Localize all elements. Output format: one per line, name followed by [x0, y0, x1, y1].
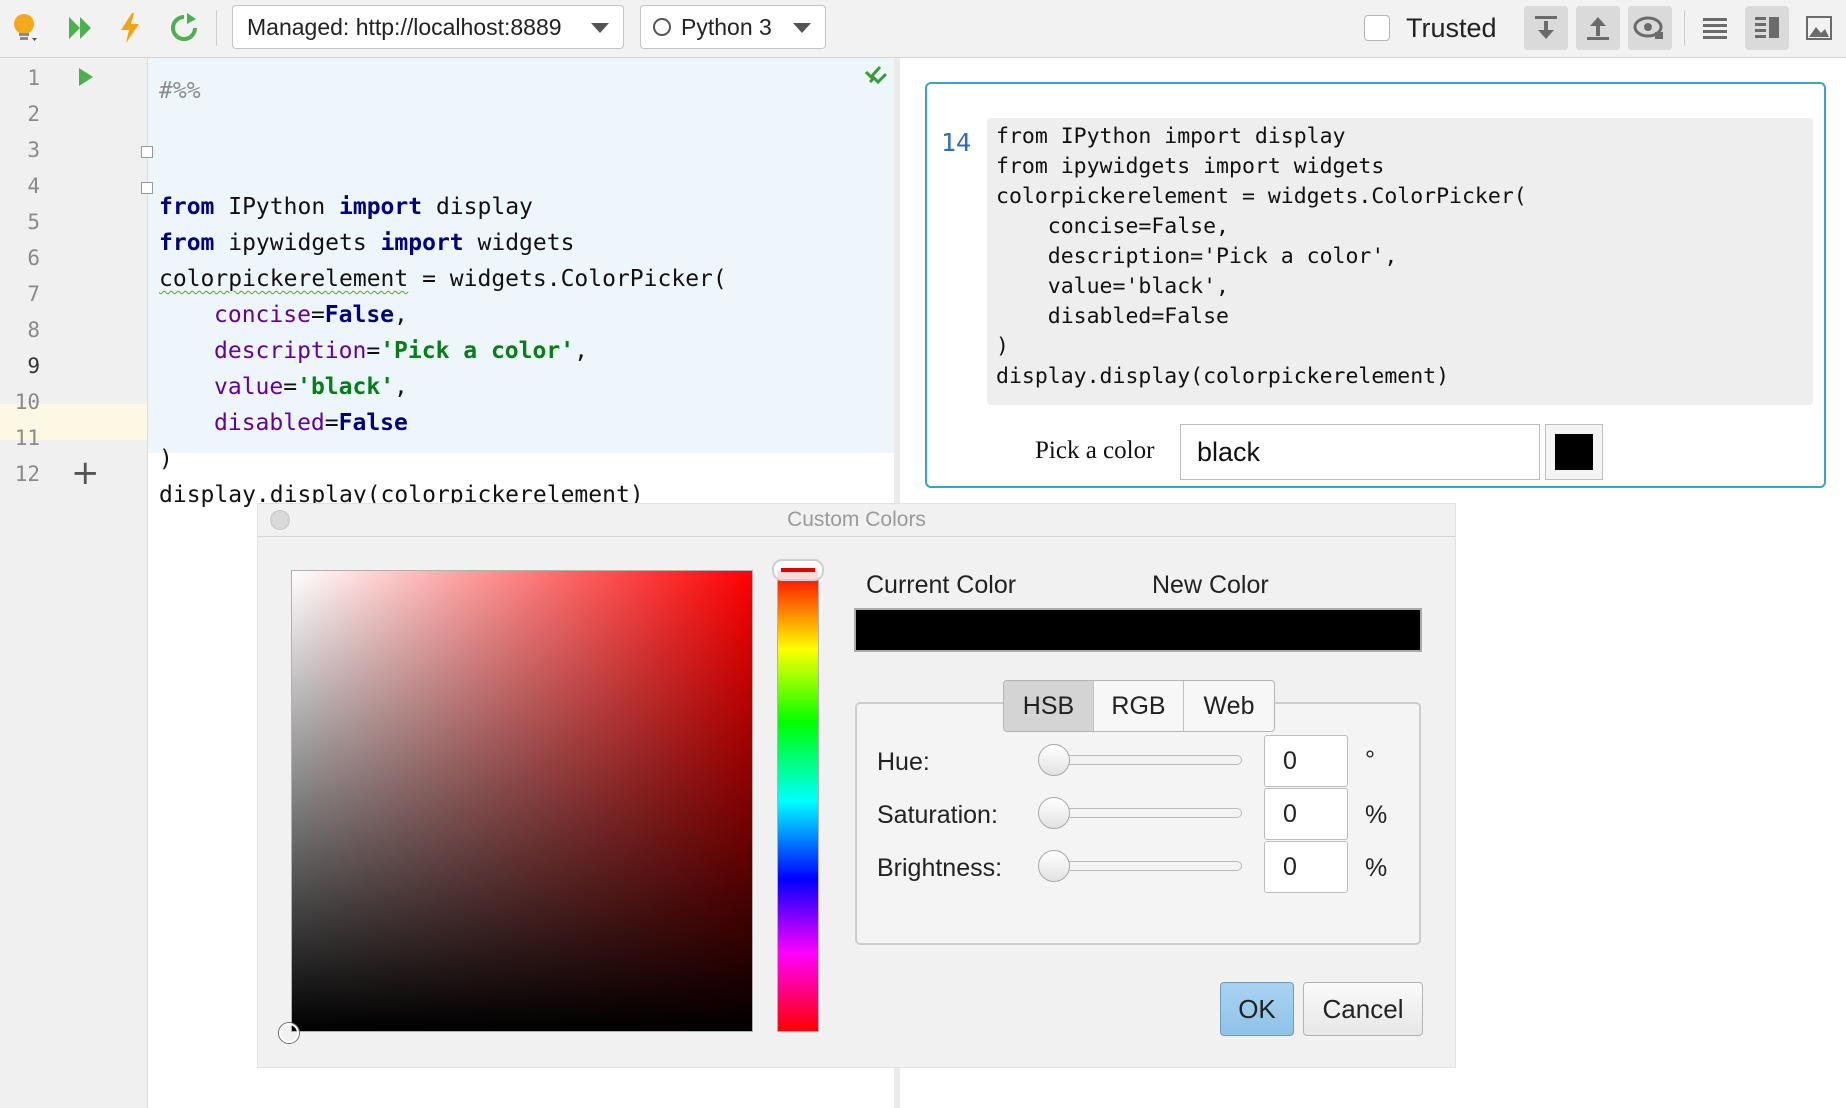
output-code-line: from ipywidgets import widgets [996, 154, 1385, 179]
code-line: value='black', [214, 374, 408, 400]
line-number: 11 [14, 426, 40, 450]
split-view-icon[interactable] [1745, 6, 1789, 50]
chevron-down-icon [591, 23, 609, 33]
line-number: 5 [27, 210, 40, 234]
execution-count: 14 [941, 128, 972, 157]
upload-icon[interactable] [1576, 6, 1620, 50]
line-number: 3 [27, 138, 40, 162]
hue-label: Hue: [877, 748, 930, 776]
line-number: 2 [27, 102, 40, 126]
line-number: 7 [27, 282, 40, 306]
ok-button[interactable]: OK [1220, 982, 1294, 1036]
code-line: from IPython import display [159, 194, 533, 220]
color-settings-panel: Hue: 0 ° Saturation: 0 % Brightness: 0 % [855, 702, 1421, 945]
add-cell-icon[interactable]: + [71, 456, 100, 490]
saturation-label: Saturation: [877, 801, 998, 829]
list-view-icon[interactable] [1693, 6, 1737, 50]
lightbulb-icon[interactable] [6, 8, 46, 48]
trusted-checkbox[interactable] [1364, 15, 1390, 41]
saturation-field[interactable]: 0 [1264, 788, 1348, 840]
cancel-button[interactable]: Cancel [1303, 982, 1423, 1036]
line-number: 9 [27, 354, 40, 378]
custom-colors-dialog: Custom Colors Current Color New Color Hu… [258, 504, 1455, 1067]
saturation-slider-thumb[interactable] [1038, 797, 1070, 829]
line-number: 6 [27, 246, 40, 270]
code-line: #%% [159, 78, 201, 104]
kernel-select[interactable]: Python 3 [640, 5, 826, 49]
new-color-label: New Color [1152, 571, 1269, 599]
output-code-line: from IPython import display [996, 124, 1346, 149]
percent-unit: % [1365, 854, 1388, 882]
inspection-ok-icon [864, 62, 888, 91]
kernel-status-icon [653, 18, 671, 36]
line-number: 4 [27, 174, 40, 198]
restart-kernel-icon[interactable] [164, 8, 204, 48]
brightness-field[interactable]: 0 [1264, 841, 1348, 893]
saturation-brightness-picker[interactable] [291, 570, 753, 1032]
line-number: 10 [14, 390, 40, 414]
colorpicker-text-input[interactable]: black [1180, 424, 1540, 480]
trusted-label: Trusted [1406, 13, 1497, 43]
code-line: concise=False, [214, 302, 408, 328]
dialog-title: Custom Colors [787, 508, 926, 531]
output-code-line: description='Pick a color', [996, 244, 1398, 269]
output-code-line: concise=False, [996, 214, 1229, 239]
output-code-block: from IPython import display from ipywidg… [987, 118, 1813, 405]
hue-slider-thumb[interactable] [1038, 744, 1070, 776]
brightness-slider-thumb[interactable] [1038, 850, 1070, 882]
color-preview-swatch [854, 608, 1422, 652]
hue-field[interactable]: 0 [1264, 735, 1348, 787]
code-line: description='Pick a color', [214, 338, 588, 364]
code-line: from ipywidgets import widgets [159, 230, 575, 256]
tab-rgb[interactable]: RGB [1094, 681, 1184, 731]
download-icon[interactable] [1524, 6, 1568, 50]
saturation-slider-track[interactable] [1042, 808, 1242, 818]
hue-slider-track[interactable] [1042, 755, 1242, 765]
line-number: 8 [27, 318, 40, 342]
current-color-label: Current Color [866, 571, 1017, 599]
hue-strip-handle[interactable] [772, 559, 824, 581]
preview-eye-icon[interactable] [1628, 6, 1672, 50]
kernel-select-label: Python 3 [681, 13, 772, 40]
brightness-label: Brightness: [877, 854, 1003, 882]
output-cell[interactable]: 14 from IPython import display from ipyw… [925, 82, 1826, 488]
server-select-label: Managed: http://localhost:8889 [247, 13, 562, 40]
percent-unit: % [1365, 801, 1388, 829]
code-line: ) [159, 446, 173, 472]
output-code-line: ) [996, 334, 1009, 359]
output-code-line: display.display(colorpickerelement) [996, 364, 1450, 389]
output-code-line: colorpickerelement = widgets.ColorPicker… [996, 184, 1527, 209]
line-number: 1 [27, 66, 40, 90]
hue-strip[interactable] [777, 570, 819, 1032]
tab-hsb[interactable]: HSB [1004, 681, 1094, 731]
sv-picker-handle[interactable] [279, 1023, 299, 1043]
degree-unit: ° [1365, 746, 1375, 774]
code-line: disabled=False [214, 410, 408, 436]
output-code-line: value='black', [996, 274, 1229, 299]
run-lightning-icon[interactable] [110, 8, 150, 48]
line-number: 12 [14, 462, 40, 486]
color-mode-tabs: HSB RGB Web [1003, 680, 1275, 732]
fold-marker-icon[interactable] [141, 146, 153, 158]
brightness-slider-track[interactable] [1042, 861, 1242, 871]
chevron-down-icon [793, 23, 811, 33]
colorpicker-swatch-button[interactable] [1545, 424, 1603, 480]
run-all-icon[interactable] [62, 8, 102, 48]
server-select[interactable]: Managed: http://localhost:8889 [232, 5, 624, 49]
run-cell-icon[interactable] [78, 67, 94, 92]
output-code-line: disabled=False [996, 304, 1229, 329]
image-view-icon[interactable] [1797, 6, 1841, 50]
toolbar: Managed: http://localhost:8889 Python 3 … [0, 0, 1846, 58]
fold-marker-icon[interactable] [141, 182, 153, 194]
tab-web[interactable]: Web [1184, 681, 1274, 731]
colorpicker-description: Pick a color [1035, 437, 1155, 464]
code-line: colorpickerelement = widgets.ColorPicker… [159, 266, 727, 292]
